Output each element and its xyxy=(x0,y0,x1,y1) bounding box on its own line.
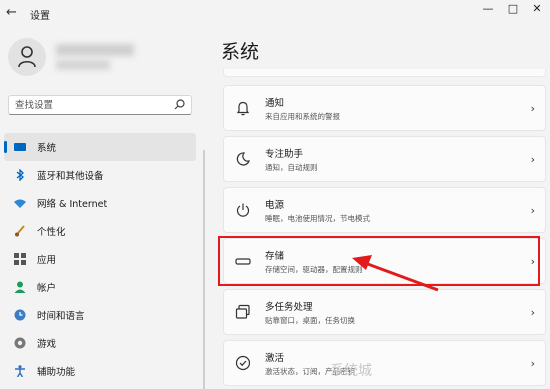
chevron-right-icon: › xyxy=(530,306,535,319)
sidebar-item-label: 辅助功能 xyxy=(37,367,76,378)
avatar[interactable] xyxy=(8,38,46,76)
minimize-button[interactable]: — xyxy=(478,2,498,18)
sidebar-item-network[interactable]: 网络 & Internet xyxy=(4,189,196,217)
multitask-icon xyxy=(235,304,250,319)
scrollbar-track[interactable] xyxy=(203,150,205,389)
card-title: 通知 xyxy=(265,98,285,109)
gamepad-icon xyxy=(14,337,26,349)
search-icon[interactable] xyxy=(174,99,185,110)
sidebar-item-apps[interactable]: 应用 xyxy=(4,245,196,273)
sidebar-item-label: 时间和语言 xyxy=(37,311,85,322)
chevron-right-icon: › xyxy=(530,102,535,115)
brush-icon xyxy=(15,225,25,237)
power-icon xyxy=(236,203,250,217)
sidebar-item-bluetooth[interactable]: 蓝牙和其他设备 xyxy=(4,161,196,189)
sidebar-item-accessibility[interactable]: 辅助功能 xyxy=(4,357,196,385)
person-icon xyxy=(18,46,36,68)
card-description: 来自应用和系统的警报 xyxy=(265,112,340,121)
sidebar-item-label: 帐户 xyxy=(37,283,57,294)
card-description: 睡眠，电池使用情况，节电模式 xyxy=(265,214,370,223)
user-email-blurred xyxy=(56,60,110,70)
sidebar-item-label: 个性化 xyxy=(37,227,66,238)
card-title: 激活 xyxy=(265,353,285,364)
annotation-highlight-box xyxy=(218,236,540,286)
bell-icon xyxy=(236,101,250,116)
previous-card-edge xyxy=(223,69,546,77)
search-input[interactable] xyxy=(15,98,165,112)
card-description: 贴靠窗口，桌面，任务切换 xyxy=(265,316,355,325)
check-circle-icon xyxy=(235,355,251,371)
chevron-right-icon: › xyxy=(530,153,535,166)
accessibility-icon xyxy=(15,365,25,377)
sidebar-item-accounts[interactable]: 帐户 xyxy=(4,273,196,301)
chevron-right-icon: › xyxy=(530,357,535,370)
sidebar-item-label: 网络 & Internet xyxy=(37,199,108,210)
chevron-right-icon: › xyxy=(530,204,535,217)
card-power[interactable]: 电源 睡眠，电池使用情况，节电模式 › xyxy=(223,187,546,233)
card-title: 专注助手 xyxy=(265,149,304,160)
window-title: 设置 xyxy=(30,11,50,22)
sidebar-item-personalization[interactable]: 个性化 xyxy=(4,217,196,245)
title-bar: ← 设置 — □ ✕ xyxy=(0,0,550,28)
sidebar-nav: 系统 蓝牙和其他设备 网络 & Internet 个性化 应用 帐户 时间和语言… xyxy=(4,133,196,385)
page-title: 系统 xyxy=(221,41,260,63)
user-name-blurred xyxy=(56,44,134,56)
search-box[interactable] xyxy=(8,95,192,115)
apps-icon xyxy=(14,253,26,265)
wifi-icon xyxy=(14,199,26,208)
card-multitasking[interactable]: 多任务处理 贴靠窗口，桌面，任务切换 › xyxy=(223,289,546,335)
card-activation[interactable]: 激活 激活状态，订阅，产品密钥 › xyxy=(223,340,546,386)
card-title: 多任务处理 xyxy=(265,302,313,313)
sidebar-item-label: 蓝牙和其他设备 xyxy=(37,171,104,182)
sidebar-item-gaming[interactable]: 游戏 xyxy=(4,329,196,357)
card-description: 通知，自动规则 xyxy=(265,163,318,172)
sidebar-item-system[interactable]: 系统 xyxy=(4,133,196,161)
sidebar-item-label: 系统 xyxy=(37,143,57,154)
close-button[interactable]: ✕ xyxy=(527,2,547,18)
sidebar-item-time-language[interactable]: 时间和语言 xyxy=(4,301,196,329)
watermark: 系统城 xyxy=(330,363,372,379)
maximize-button[interactable]: □ xyxy=(503,2,523,18)
sidebar-item-label: 游戏 xyxy=(37,339,57,350)
card-focus-assist[interactable]: 专注助手 通知，自动规则 › xyxy=(223,136,546,182)
display-icon xyxy=(14,143,26,151)
globe-clock-icon xyxy=(14,309,26,321)
back-arrow-icon[interactable]: ← xyxy=(6,5,20,21)
bluetooth-icon xyxy=(16,169,24,181)
moon-icon xyxy=(236,152,250,166)
account-icon xyxy=(14,281,26,293)
card-title: 电源 xyxy=(265,200,285,211)
sidebar-item-label: 应用 xyxy=(37,255,57,266)
card-notifications[interactable]: 通知 来自应用和系统的警报 › xyxy=(223,85,546,131)
